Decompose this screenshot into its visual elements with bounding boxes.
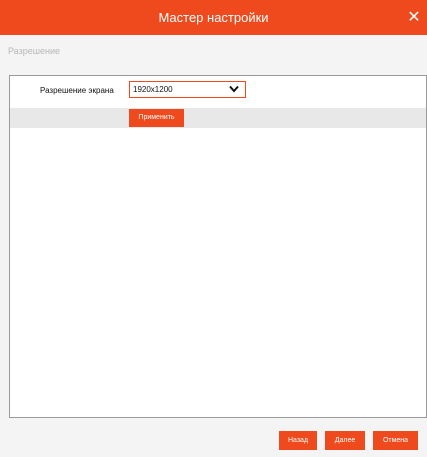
title-bar: Мастер настройки ✕ [0,0,427,35]
settings-panel: Разрешение экрана 1920x1200 Применить [9,75,427,418]
resolution-selected-value: 1920x1200 [133,85,173,94]
apply-row [10,108,426,128]
setup-wizard-dialog: Мастер настройки ✕ Разрешение Разрешение… [0,0,427,457]
back-button[interactable]: Назад [279,431,317,450]
resolution-select[interactable]: 1920x1200 [129,81,246,98]
window-title: Мастер настройки [158,10,269,25]
cancel-button[interactable]: Отмена [373,431,418,450]
apply-button[interactable]: Применить [129,109,184,127]
resolution-label: Разрешение экрана [40,86,114,95]
close-icon: ✕ [407,9,421,26]
close-button[interactable]: ✕ [403,0,425,35]
section-title: Разрешение [8,46,60,56]
next-button[interactable]: Далее [325,431,365,450]
chevron-down-icon [229,85,239,93]
